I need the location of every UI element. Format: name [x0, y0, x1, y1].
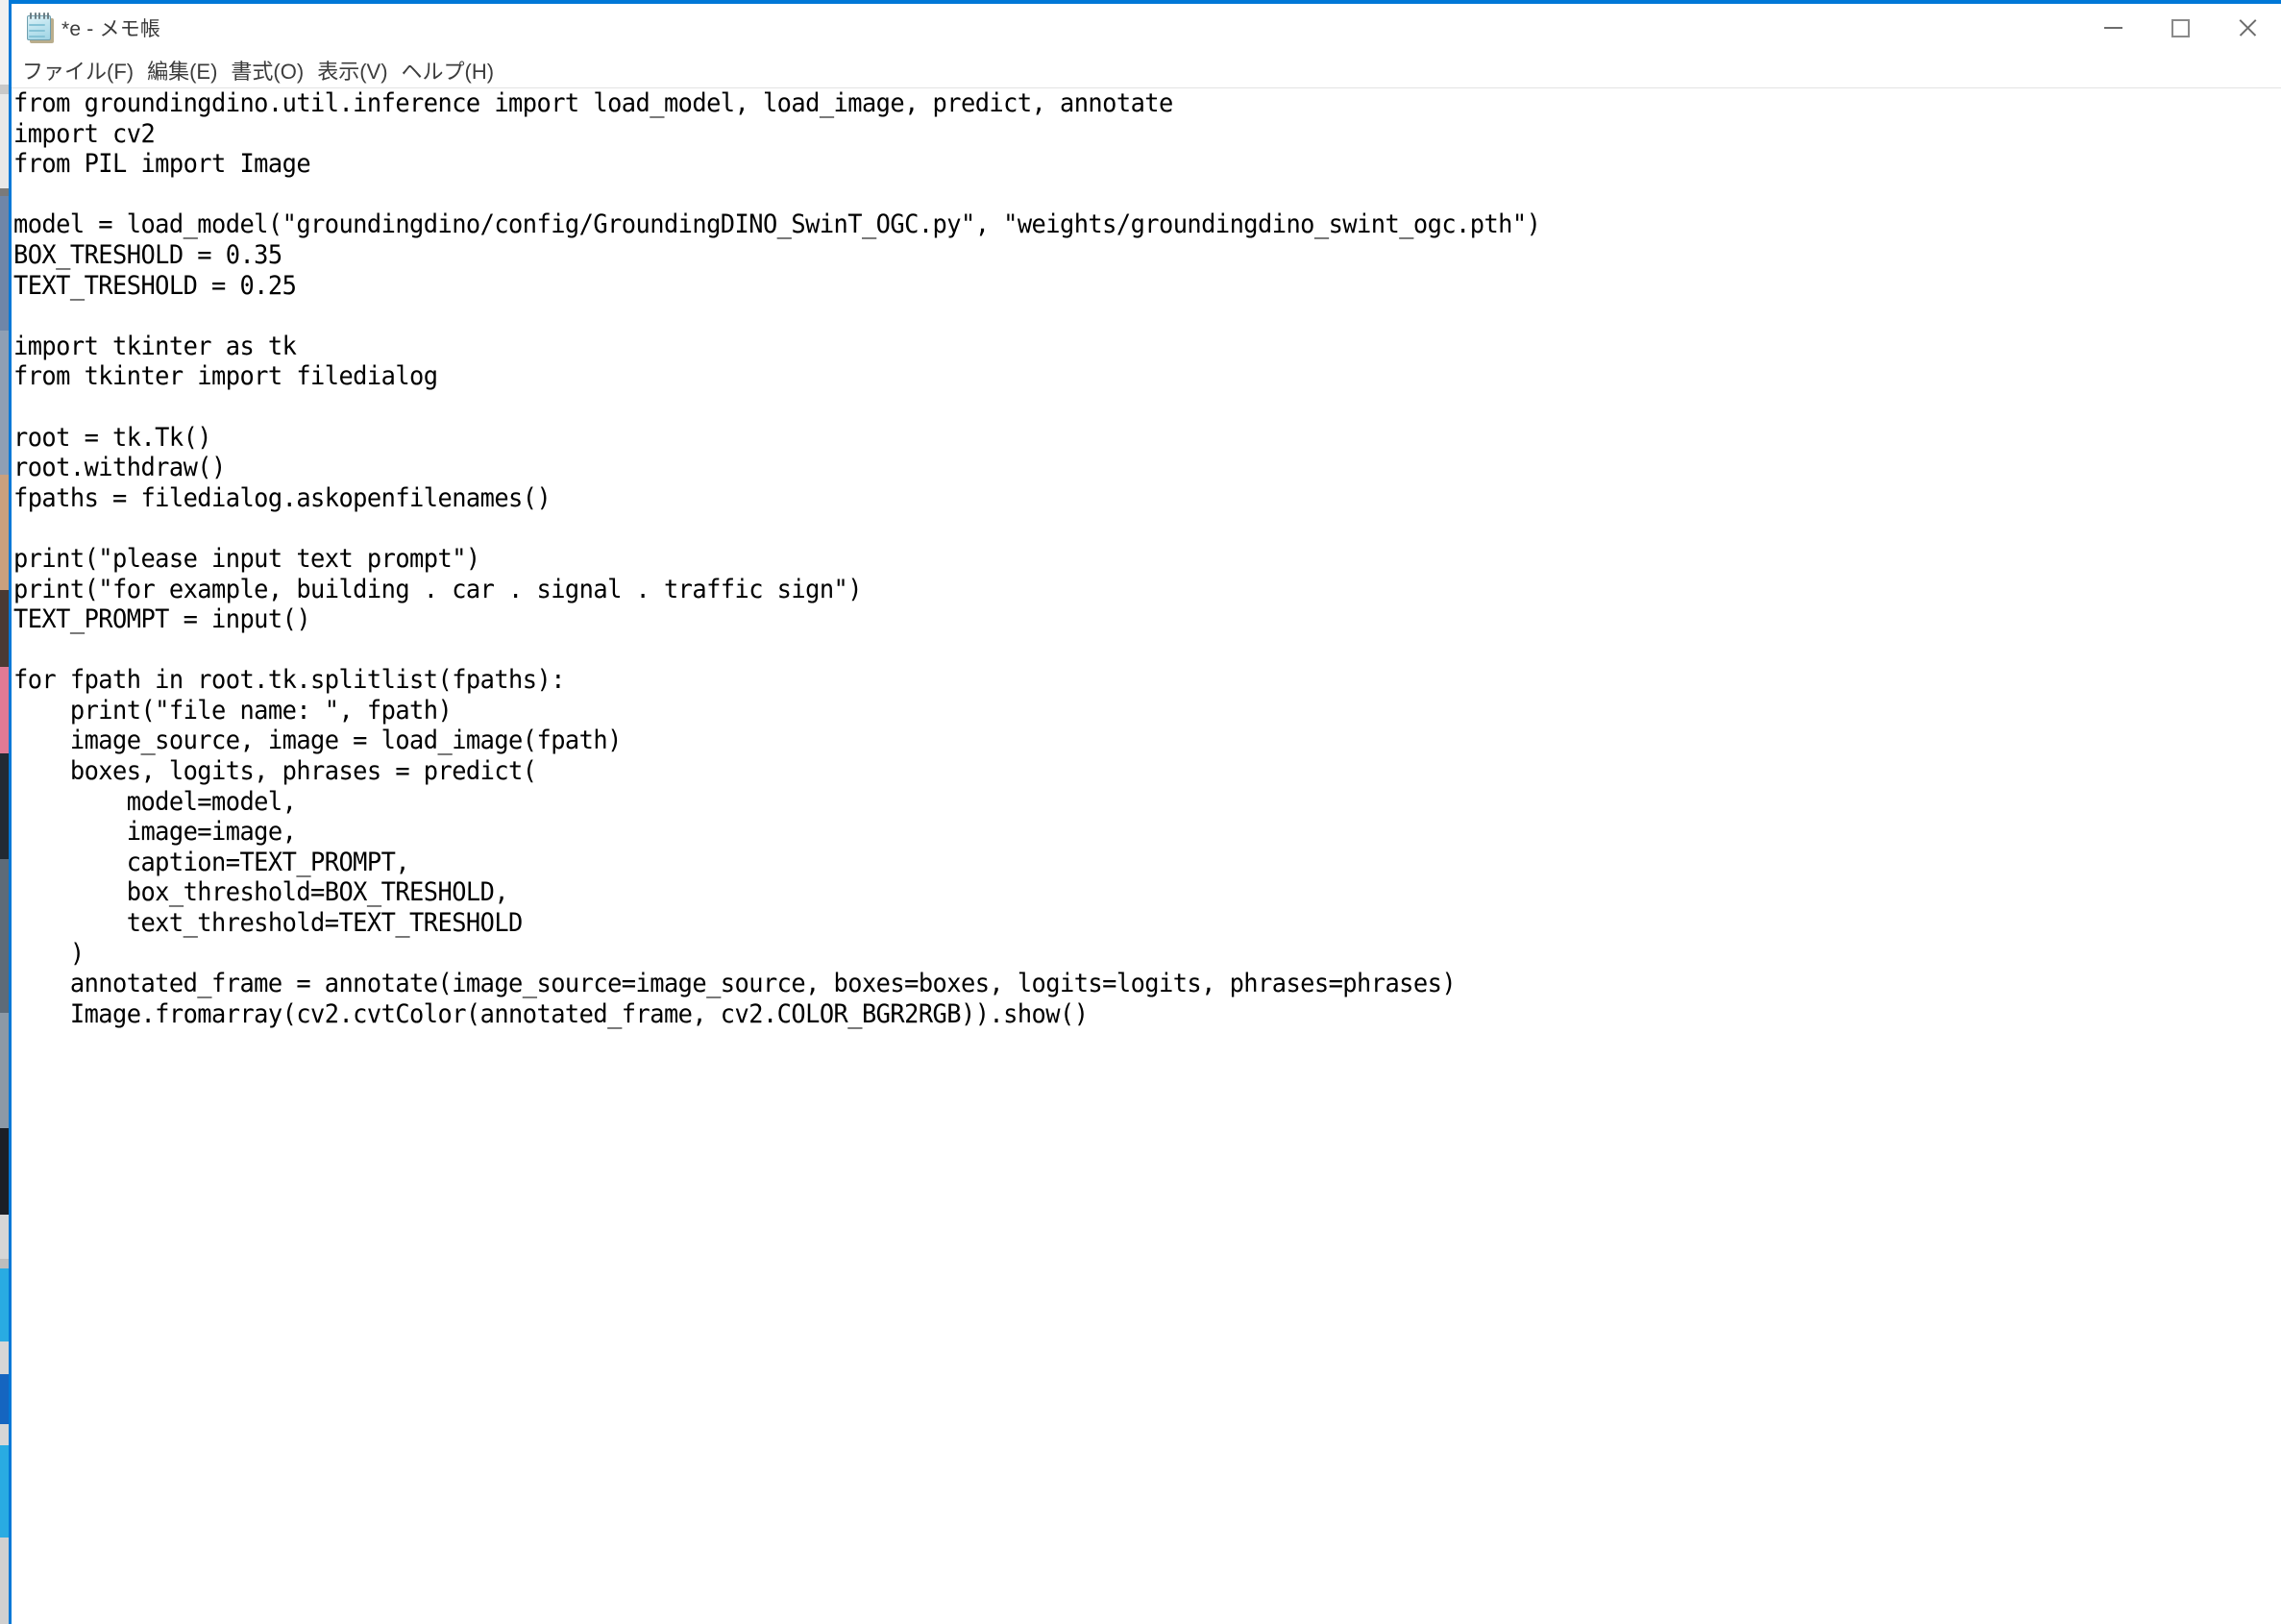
- background-segment: [0, 475, 9, 590]
- background-segment: [0, 753, 9, 859]
- background-segment: [0, 859, 9, 1013]
- minimize-icon: [2103, 27, 2122, 29]
- background-segment: [0, 1445, 9, 1538]
- background-segment: [0, 331, 9, 475]
- background-segment: [0, 1215, 9, 1259]
- menu-item-view[interactable]: 表示(V): [310, 55, 394, 86]
- minimize-button[interactable]: [2079, 4, 2146, 52]
- menu-bar: ファイル(F) 編集(E) 書式(O) 表示(V) ヘルプ(H): [12, 52, 2281, 88]
- text-editor-area[interactable]: from groundingdino.util.inference import…: [12, 88, 2281, 1623]
- background-segment: [0, 1268, 9, 1341]
- background-segment: [0, 0, 9, 85]
- editor-content[interactable]: from groundingdino.util.inference import…: [13, 88, 1541, 1029]
- background-segment: [0, 1538, 9, 1624]
- background-segment: [0, 1424, 9, 1445]
- notepad-window: *e - メモ帳 ファイル(F) 編集(E) 書式(O) 表示(V) ヘルプ(H…: [9, 0, 2281, 1624]
- window-controls: [2079, 4, 2281, 52]
- maximize-icon: [2171, 18, 2190, 37]
- background-segment: [0, 1013, 9, 1128]
- menu-item-edit[interactable]: 編集(E): [140, 55, 224, 86]
- background-segment: [0, 85, 9, 94]
- background-segment: [0, 188, 9, 196]
- background-segment: [0, 590, 9, 667]
- close-button[interactable]: [2214, 4, 2281, 52]
- menu-item-format[interactable]: 書式(O): [224, 55, 310, 86]
- close-icon: [2237, 17, 2258, 38]
- background-segment: [0, 1341, 9, 1374]
- background-segment: [0, 1128, 9, 1215]
- title-bar[interactable]: *e - メモ帳: [12, 4, 2281, 52]
- background-segment: [0, 94, 9, 188]
- background-segment: [0, 667, 9, 753]
- maximize-button[interactable]: [2146, 4, 2214, 52]
- background-segment: [0, 1259, 9, 1268]
- background-segment: [0, 1374, 9, 1424]
- window-title: *e - メモ帳: [61, 18, 161, 40]
- background-segment: [0, 196, 9, 331]
- menu-item-help[interactable]: ヘルプ(H): [395, 55, 502, 86]
- menu-item-file[interactable]: ファイル(F): [15, 55, 140, 86]
- notepad-icon: [25, 12, 58, 44]
